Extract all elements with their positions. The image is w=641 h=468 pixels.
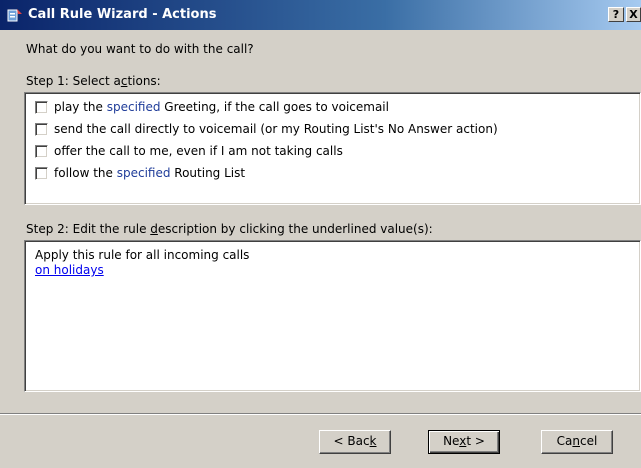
on-holidays-link[interactable]: on holidays: [35, 263, 104, 277]
phone-rule-icon: [7, 9, 22, 22]
action-row-send-voicemail[interactable]: send the call directly to voicemail (or …: [35, 120, 498, 138]
action-label: follow the specified Routing List: [54, 166, 246, 180]
send-voicemail-checkbox[interactable]: [35, 122, 48, 136]
title-bar[interactable]: Call Rule Wizard - Actions ? X: [0, 0, 641, 30]
question-text: What do you want to do with the call?: [26, 42, 254, 56]
follow-routing-checkbox[interactable]: [35, 166, 48, 180]
window-title: Call Rule Wizard - Actions: [28, 7, 217, 22]
action-row-play-greeting[interactable]: play the specified Greeting, if the call…: [35, 98, 389, 116]
back-button[interactable]: < Back: [319, 430, 391, 454]
cancel-button[interactable]: Cancel: [541, 430, 613, 454]
offer-call-checkbox[interactable]: [35, 144, 48, 158]
action-label: send the call directly to voicemail (or …: [54, 122, 498, 136]
rule-description-box[interactable]: Apply this rule for all incoming calls o…: [24, 240, 641, 392]
next-button[interactable]: Next >: [428, 430, 500, 454]
separator: [0, 413, 641, 415]
play-greeting-checkbox[interactable]: [35, 100, 48, 114]
specified-link[interactable]: specified: [117, 166, 171, 180]
close-button[interactable]: X: [626, 7, 641, 22]
help-button[interactable]: ?: [608, 7, 624, 22]
action-row-follow-routing[interactable]: follow the specified Routing List: [35, 164, 245, 182]
action-row-offer-call[interactable]: offer the call to me, even if I am not t…: [35, 142, 343, 160]
action-label: play the specified Greeting, if the call…: [54, 100, 389, 114]
step1-label: Step 1: Select actions:: [26, 74, 161, 88]
specified-link[interactable]: specified: [107, 100, 161, 114]
action-label: offer the call to me, even if I am not t…: [54, 144, 343, 158]
rule-description-text: Apply this rule for all incoming calls: [35, 248, 250, 262]
step2-label: Step 2: Edit the rule description by cli…: [26, 222, 433, 236]
actions-list[interactable]: play the specified Greeting, if the call…: [24, 92, 641, 205]
